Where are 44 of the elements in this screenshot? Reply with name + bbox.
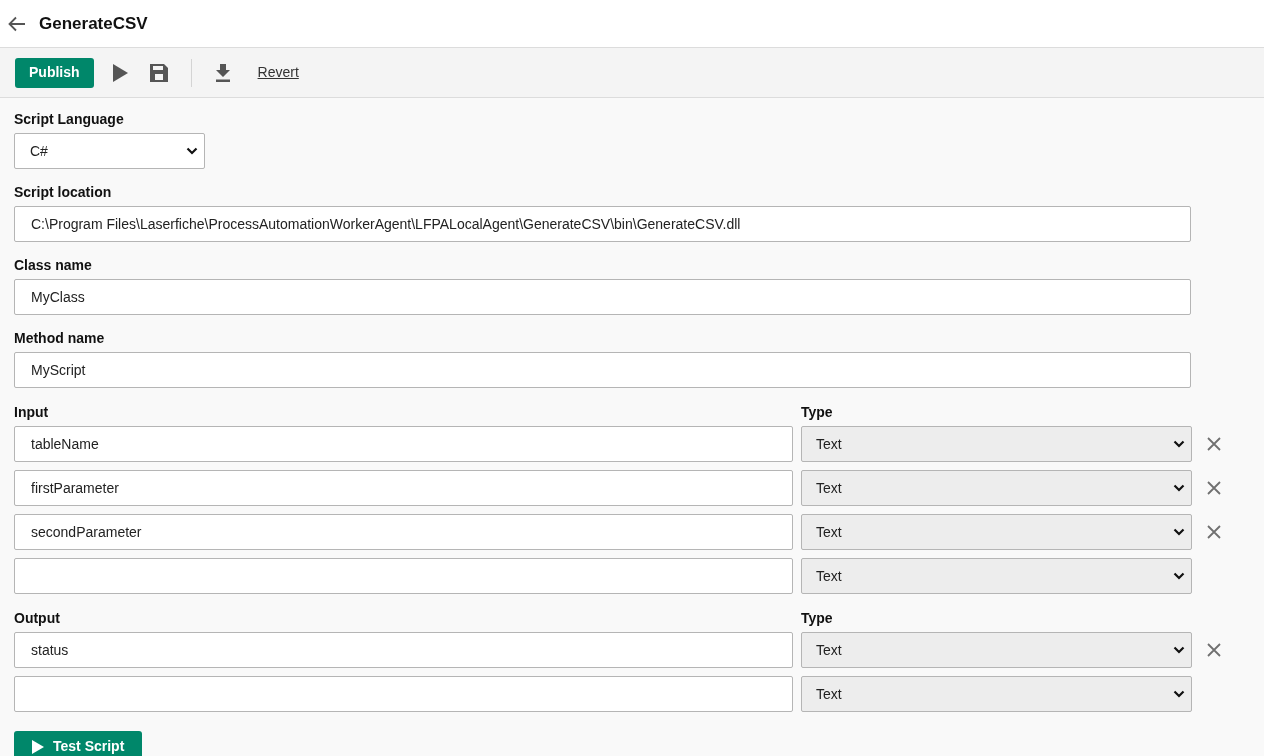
text-field[interactable]: tableName: [14, 426, 793, 462]
text-field[interactable]: secondParameter: [14, 514, 793, 550]
chevron-down-icon: [1173, 572, 1185, 580]
field-label: Script location: [14, 183, 113, 201]
chevron-down-icon: [1173, 440, 1185, 448]
field-label: Script Language: [14, 110, 125, 128]
chevron-down-icon: [1173, 484, 1185, 492]
close-icon[interactable]: [1206, 480, 1222, 496]
type-select[interactable]: Text: [801, 426, 1192, 462]
page-title: GenerateCSV: [39, 12, 148, 35]
close-icon[interactable]: [1206, 524, 1222, 540]
play-icon[interactable]: [111, 63, 128, 82]
type-select[interactable]: Text: [801, 470, 1192, 506]
text-field[interactable]: C:\Program Files\Laserfiche\ProcessAutomationWorkerAgent\LFPALocalAgent\GenerateCSV\bin\GenerateCSV.dll: [14, 206, 1191, 242]
field-label: Output: [14, 609, 61, 627]
back-button[interactable]: [8, 14, 26, 33]
field-label: Type: [801, 609, 833, 627]
chevron-down-icon: [1173, 528, 1185, 536]
save-icon[interactable]: [149, 63, 168, 82]
text-field[interactable]: MyClass: [14, 279, 1191, 315]
download-icon[interactable]: [214, 63, 231, 82]
text-field[interactable]: [14, 558, 793, 594]
field-label: Input: [14, 403, 50, 421]
language-select[interactable]: C#: [14, 133, 205, 169]
play-icon: [32, 739, 44, 754]
close-icon[interactable]: [1206, 642, 1222, 658]
revert-link[interactable]: Revert: [257, 62, 299, 83]
field-label: Class name: [14, 256, 93, 274]
text-field[interactable]: firstParameter: [14, 470, 793, 506]
chevron-down-icon: [1173, 690, 1185, 698]
text-field[interactable]: [14, 676, 793, 712]
test-script-button[interactable]: Test Script: [14, 731, 143, 756]
text-field[interactable]: MyScript: [14, 352, 1191, 388]
chevron-down-icon: [1173, 646, 1185, 654]
type-select[interactable]: Text: [801, 676, 1192, 712]
chevron-down-icon: [186, 147, 198, 155]
field-label: Type: [801, 403, 833, 421]
field-label: Method name: [14, 329, 106, 347]
type-select[interactable]: Text: [801, 632, 1192, 668]
text-field[interactable]: status: [14, 632, 793, 668]
close-icon[interactable]: [1206, 436, 1222, 452]
publish-button[interactable]: Publish: [15, 57, 94, 88]
type-select[interactable]: Text: [801, 514, 1192, 550]
type-select[interactable]: Text: [801, 558, 1192, 594]
